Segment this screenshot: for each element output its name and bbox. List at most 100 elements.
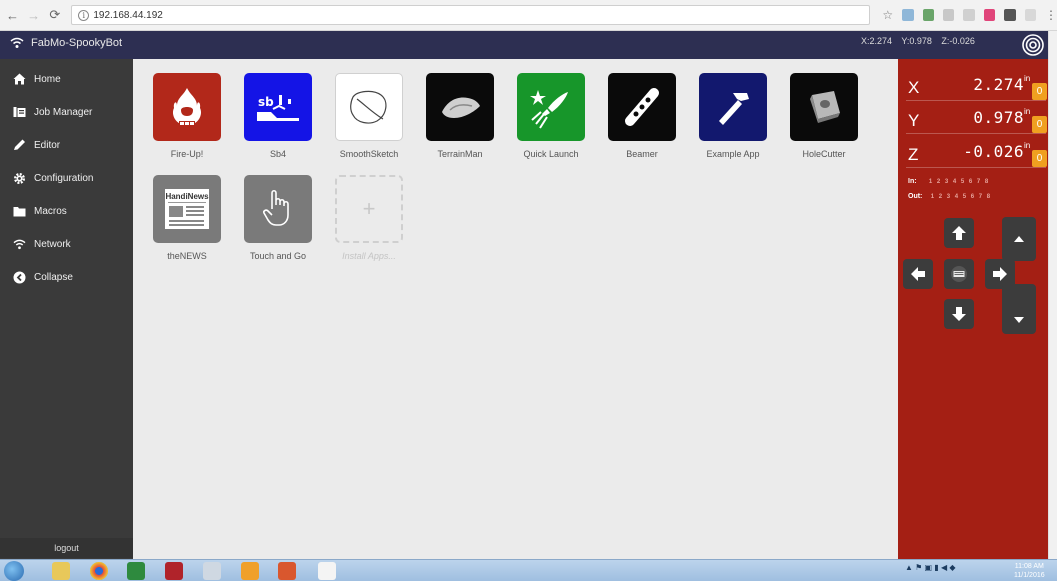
extension-icon[interactable] bbox=[963, 9, 975, 21]
app-tile-beamer[interactable]: Beamer bbox=[601, 73, 683, 159]
zero-x-button[interactable]: 0 bbox=[1032, 83, 1047, 100]
y-position-value[interactable]: 0.978 bbox=[932, 108, 1024, 130]
info-icon[interactable]: i bbox=[78, 9, 90, 21]
sidebar-item-label: Editor bbox=[34, 139, 61, 151]
app-tile-fire-up[interactable]: Fire-Up! bbox=[146, 73, 228, 159]
app-tile-quick-launch[interactable]: Quick Launch bbox=[510, 73, 592, 159]
pin[interactable]: 4 bbox=[952, 194, 960, 200]
jog-z-up-button[interactable] bbox=[1002, 217, 1036, 261]
z-position-value[interactable]: -0.026 bbox=[932, 142, 1024, 164]
fire-icon[interactable] bbox=[153, 73, 221, 141]
fabmo-icon[interactable] bbox=[318, 562, 336, 580]
jog-y-plus-button[interactable] bbox=[944, 218, 974, 248]
wifi-icon bbox=[12, 237, 26, 251]
scrollbar[interactable] bbox=[1048, 31, 1057, 559]
install-apps-tile[interactable]: + Install Apps... bbox=[328, 175, 410, 261]
extension-icon[interactable] bbox=[922, 9, 934, 21]
clock-time: 11:08 AM bbox=[1014, 563, 1044, 570]
dro-panel: X 2.274 in 0 Y 0.978 in 0 Z -0.026 in 0 … bbox=[898, 59, 1048, 559]
browser-menu-icon[interactable]: ⋮ bbox=[1045, 8, 1057, 22]
hand-pointer-icon[interactable] bbox=[244, 175, 312, 243]
start-button-icon[interactable] bbox=[4, 561, 24, 581]
terrain-icon[interactable] bbox=[426, 73, 494, 141]
newspaper-icon[interactable]: HandiNews bbox=[153, 175, 221, 243]
sidebar-item-macros[interactable]: Macros bbox=[0, 198, 133, 224]
bookmark-star-icon[interactable]: ☆ bbox=[882, 8, 893, 22]
extension-icon[interactable] bbox=[942, 9, 955, 21]
notepad-icon[interactable] bbox=[203, 562, 221, 580]
plus-icon[interactable]: + bbox=[335, 175, 403, 243]
wifi-icon bbox=[10, 37, 24, 48]
axis-label: Z bbox=[908, 145, 919, 164]
sidebar-item-home[interactable]: Home bbox=[0, 66, 133, 92]
extension-icon[interactable] bbox=[983, 9, 996, 21]
arrow-down-icon bbox=[952, 307, 966, 321]
powerpoint-icon[interactable] bbox=[278, 562, 296, 580]
pin[interactable]: 6 bbox=[968, 194, 976, 200]
x-position-value[interactable]: 2.274 bbox=[932, 75, 1024, 97]
back-icon[interactable]: ← bbox=[4, 6, 21, 24]
pencil-icon bbox=[12, 138, 26, 152]
keyboard-button[interactable] bbox=[944, 259, 974, 289]
address-bar[interactable]: i 192.168.44.192 bbox=[71, 5, 871, 25]
install-apps-label: Install Apps... bbox=[342, 251, 396, 261]
app-label: theNEWS bbox=[167, 251, 207, 261]
file-explorer-icon[interactable] bbox=[52, 562, 70, 580]
app-tile-sb4[interactable]: sb Sb4 bbox=[237, 73, 319, 159]
pin: 8 bbox=[984, 178, 989, 185]
pin[interactable]: 8 bbox=[984, 194, 992, 200]
pin[interactable]: 5 bbox=[960, 194, 968, 200]
extension-icon[interactable] bbox=[1004, 9, 1016, 21]
zero-z-button[interactable]: 0 bbox=[1032, 150, 1047, 167]
holecutter-icon[interactable] bbox=[790, 73, 858, 141]
dro-toggle-icon[interactable] bbox=[1021, 33, 1045, 57]
extension-icon[interactable] bbox=[902, 9, 914, 21]
reload-icon[interactable]: ⟳ bbox=[46, 6, 63, 24]
logout-button[interactable]: logout bbox=[0, 538, 133, 558]
sidebar-item-network[interactable]: Network bbox=[0, 231, 133, 257]
beam-icon[interactable] bbox=[608, 73, 676, 141]
sb4-icon[interactable]: sb bbox=[244, 73, 312, 141]
folder-icon bbox=[12, 204, 26, 218]
jog-y-minus-button[interactable] bbox=[944, 299, 974, 329]
brand[interactable]: FabMo-SpookyBot bbox=[10, 37, 122, 49]
jog-x-minus-button[interactable] bbox=[903, 259, 933, 289]
app-tile-touch-and-go[interactable]: Touch and Go bbox=[237, 175, 319, 261]
app-tile-smoothsketch[interactable]: SmoothSketch bbox=[328, 73, 410, 159]
taskbar: ▲ ⚑ ▣ ▮ ◀ ◆ 11:08 AM 11/1/2016 bbox=[0, 559, 1057, 581]
home-icon bbox=[12, 72, 26, 86]
app-tile-example-app[interactable]: Example App bbox=[692, 73, 774, 159]
zero-y-button[interactable]: 0 bbox=[1032, 116, 1047, 133]
z-readout: Z:-0.026 bbox=[941, 36, 975, 46]
cast-icon[interactable] bbox=[1024, 9, 1036, 21]
rocket-icon[interactable] bbox=[517, 73, 585, 141]
clock-date: 11/1/2016 bbox=[1014, 572, 1045, 579]
sidebar-item-editor[interactable]: Editor bbox=[0, 132, 133, 158]
sidebar-item-job-manager[interactable]: Job Manager bbox=[0, 99, 133, 125]
app-tile-holecutter[interactable]: HoleCutter bbox=[783, 73, 865, 159]
inputs-row: In: 12345678 bbox=[908, 178, 991, 185]
chrome-icon[interactable] bbox=[90, 562, 108, 580]
sidebar-item-collapse[interactable]: Collapse bbox=[0, 264, 133, 290]
dro-y-row: Y 0.978 in 0 bbox=[898, 106, 1048, 136]
pin[interactable]: 2 bbox=[936, 194, 944, 200]
app-tile-thenews[interactable]: HandiNews theNEWS bbox=[146, 175, 228, 261]
forward-icon[interactable]: → bbox=[25, 6, 42, 24]
pin[interactable]: 3 bbox=[944, 194, 952, 200]
excel-icon[interactable] bbox=[127, 562, 145, 580]
sidebar: Home Job Manager Editor Configuration Ma… bbox=[0, 59, 133, 559]
sketch-icon[interactable] bbox=[335, 73, 403, 141]
sidebar-item-configuration[interactable]: Configuration bbox=[0, 165, 133, 191]
jog-z-down-button[interactable] bbox=[1002, 284, 1036, 334]
system-tray[interactable]: ▲ ⚑ ▣ ▮ ◀ ◆ bbox=[905, 563, 955, 572]
pin[interactable]: 1 bbox=[928, 194, 936, 200]
unit-label: in bbox=[1024, 141, 1031, 150]
app-label: SmoothSketch bbox=[339, 149, 399, 159]
acrobat-icon[interactable] bbox=[165, 562, 183, 580]
divider bbox=[906, 100, 1046, 101]
app-tile-terrainman[interactable]: TerrainMan bbox=[419, 73, 501, 159]
clock[interactable]: 11:08 AM 11/1/2016 bbox=[1014, 562, 1045, 580]
pin[interactable]: 7 bbox=[976, 194, 984, 200]
outlook-icon[interactable] bbox=[241, 562, 259, 580]
hammer-icon[interactable] bbox=[699, 73, 767, 141]
